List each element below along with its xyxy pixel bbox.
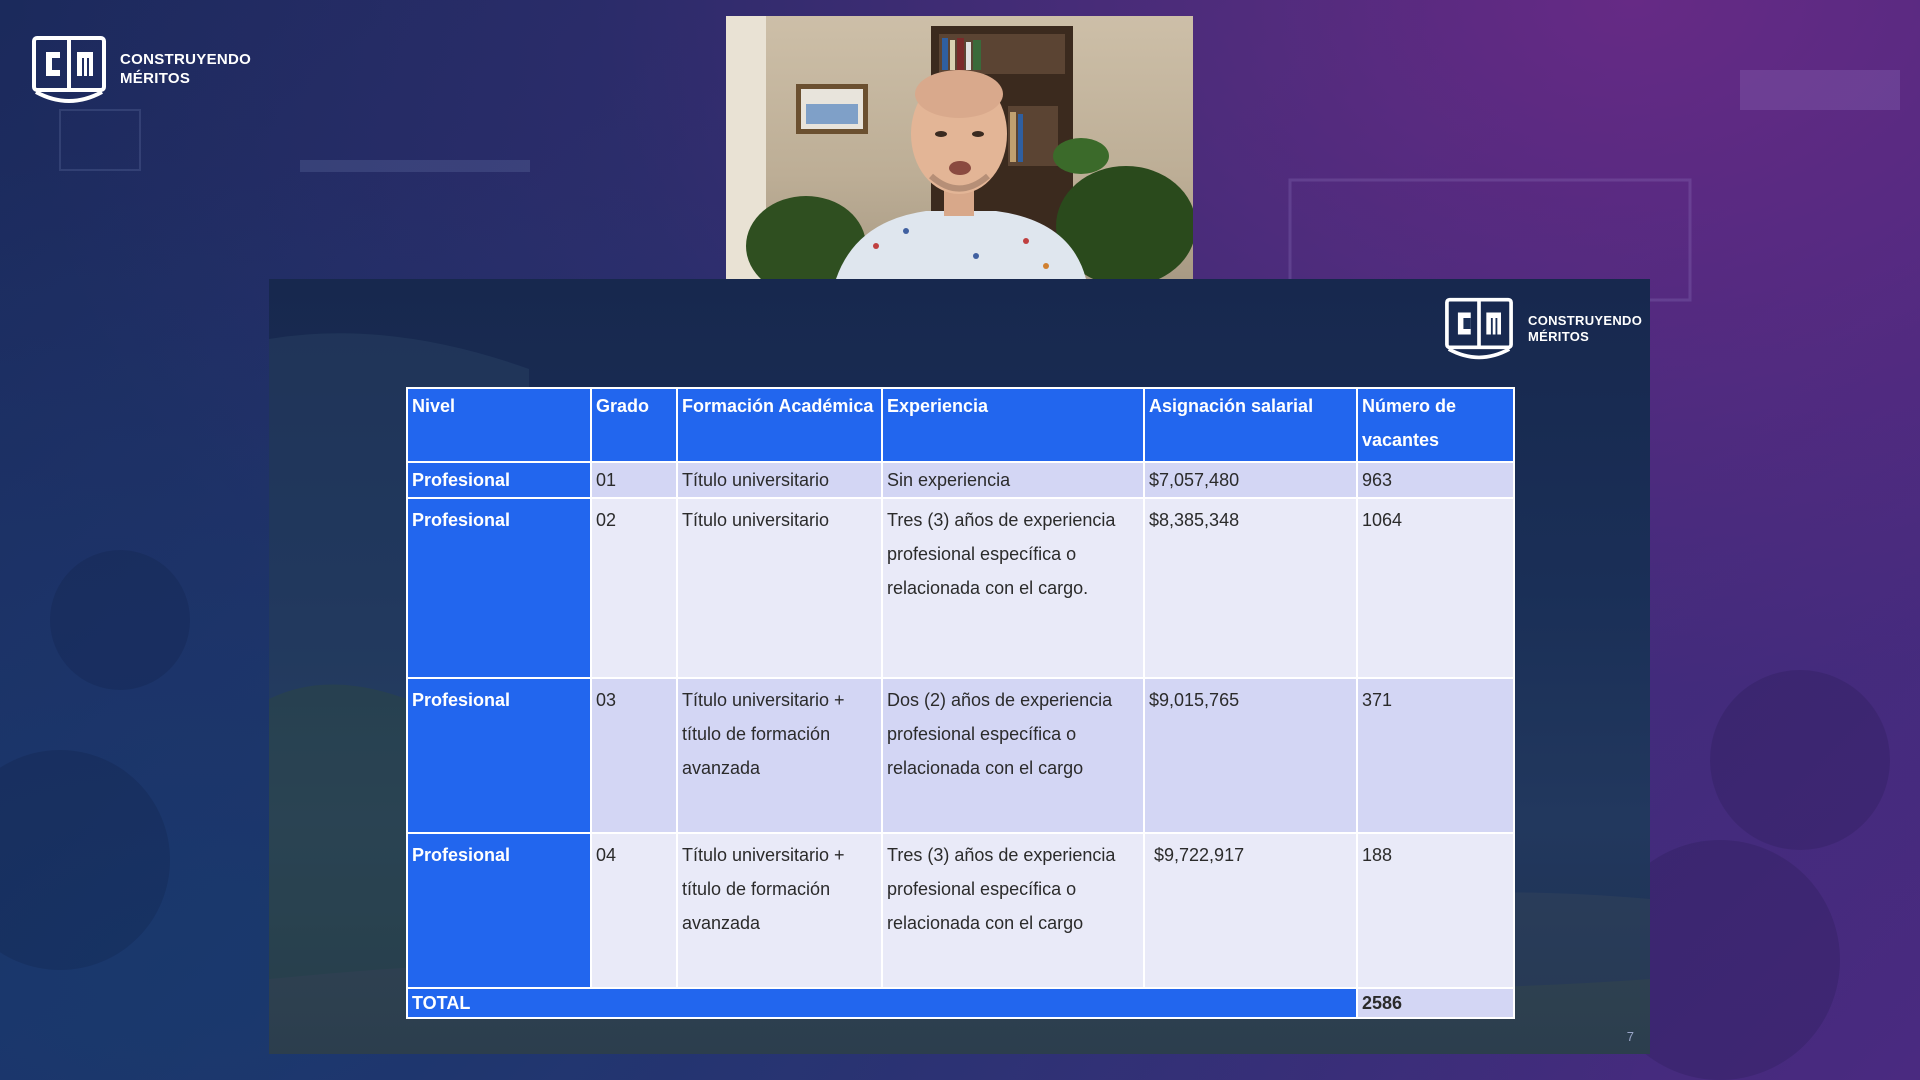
cell-vacantes: 1064 — [1356, 497, 1515, 679]
cell-grado: 03 — [590, 677, 678, 834]
table-row: Profesional 01 Título universitario Sin … — [406, 461, 1515, 499]
header-asignacion: Asignación salarial — [1143, 387, 1358, 463]
cell-asignacion: $9,015,765 — [1143, 677, 1358, 834]
cell-grado: 01 — [590, 461, 678, 499]
book-logo-icon — [1445, 297, 1513, 360]
header-nivel: Nivel — [406, 387, 592, 463]
cell-experiencia: Tres (3) años de experiencia profesional… — [881, 497, 1145, 679]
cell-formacion: Título universitario + título de formaci… — [676, 832, 883, 989]
presentation-slide: CONSTRUYENDO MÉRITOS Nivel Grado Formaci… — [269, 279, 1650, 1054]
cell-asignacion: $9,722,917 — [1143, 832, 1358, 989]
total-value: 2586 — [1356, 987, 1515, 1019]
table-row: Profesional 03 Título universitario + tí… — [406, 677, 1515, 834]
header-vacantes: Número de vacantes — [1356, 387, 1515, 463]
presenter-video-icon — [726, 16, 1193, 279]
cell-experiencia: Tres (3) años de experiencia profesional… — [881, 832, 1145, 989]
cell-experiencia: Sin experiencia — [881, 461, 1145, 499]
cell-formacion: Título universitario — [676, 497, 883, 679]
cell-nivel: Profesional — [406, 832, 592, 989]
cell-formacion: Título universitario + título de formaci… — [676, 677, 883, 834]
table-header-row: Nivel Grado Formación Académica Experien… — [406, 387, 1515, 463]
cell-experiencia: Dos (2) años de experiencia profesional … — [881, 677, 1145, 834]
cell-grado: 04 — [590, 832, 678, 989]
cell-asignacion: $7,057,480 — [1143, 461, 1358, 499]
brand-name: CONSTRUYENDO MÉRITOS — [120, 51, 251, 89]
cell-vacantes: 963 — [1356, 461, 1515, 499]
slide-brand-logo: CONSTRUYENDO MÉRITOS — [1442, 296, 1642, 362]
cell-formacion: Título universitario — [676, 461, 883, 499]
cell-nivel: Profesional — [406, 677, 592, 834]
cell-nivel: Profesional — [406, 461, 592, 499]
brand-line2: MÉRITOS — [120, 70, 191, 87]
table-total-row: TOTAL 2586 — [406, 987, 1515, 1019]
brand-logo: CONSTRUYENDO MÉRITOS — [30, 34, 251, 106]
book-logo-icon — [32, 36, 106, 103]
cell-grado: 02 — [590, 497, 678, 679]
slide-page-number: 7 — [1626, 1029, 1634, 1044]
brand-line1: CONSTRUYENDO — [120, 51, 252, 69]
slide-brand-name: CONSTRUYENDO MÉRITOS — [1528, 313, 1642, 346]
brand-line1: CONSTRUYENDO — [1528, 312, 1643, 328]
header-grado: Grado — [590, 387, 678, 463]
header-experiencia: Experiencia — [881, 387, 1145, 463]
table-row: Profesional 04 Título universitario + tí… — [406, 832, 1515, 989]
cell-vacantes: 371 — [1356, 677, 1515, 834]
cell-nivel: Profesional — [406, 497, 592, 679]
vacancies-table: Nivel Grado Formación Académica Experien… — [406, 387, 1515, 1019]
header-formacion: Formación Académica — [676, 387, 883, 463]
total-label: TOTAL — [406, 987, 1358, 1019]
cell-vacantes: 188 — [1356, 832, 1515, 989]
brand-line2: MÉRITOS — [1528, 329, 1590, 344]
presenter-webcam — [726, 16, 1193, 279]
table-row: Profesional 02 Título universitario Tres… — [406, 497, 1515, 679]
cell-asignacion: $8,385,348 — [1143, 497, 1358, 679]
